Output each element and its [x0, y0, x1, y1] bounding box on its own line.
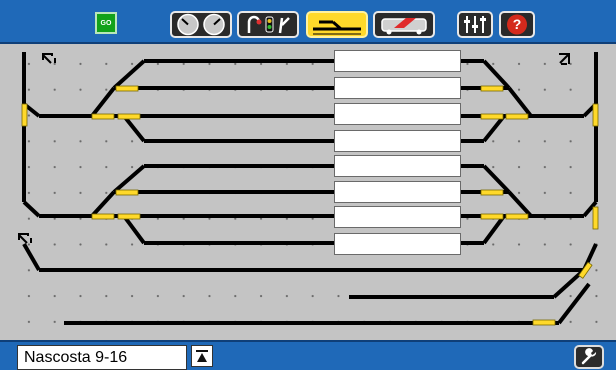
switch-marker — [115, 85, 139, 92]
gauges-icon — [177, 13, 225, 36]
switch-marker — [21, 103, 28, 127]
top-toolbar: GO ? — [0, 0, 616, 44]
track-segment — [482, 164, 511, 194]
switch-marker — [505, 113, 529, 120]
track-label-15[interactable] — [334, 206, 461, 228]
controllers-button[interactable] — [457, 11, 493, 38]
page-up-icon — [196, 350, 208, 362]
track-segment — [112, 164, 146, 194]
track-segment — [122, 114, 146, 143]
switch-marker — [592, 103, 599, 127]
track-layout-button[interactable] — [306, 11, 368, 38]
track-segment — [482, 114, 506, 143]
track-label-10[interactable] — [334, 77, 461, 99]
switch-marker — [115, 189, 139, 196]
jump-arrow-icon — [18, 233, 32, 244]
jump-arrow-icon — [42, 53, 56, 64]
svg-text:?: ? — [513, 16, 522, 32]
signals-icon — [247, 15, 290, 34]
track-segment — [482, 59, 511, 90]
controllers-icon — [464, 16, 486, 33]
locomotive-icon — [381, 18, 427, 35]
page-up-button[interactable] — [191, 345, 213, 367]
switch-marker — [532, 319, 556, 326]
track-diagram — [18, 52, 599, 326]
switch-marker — [480, 85, 504, 92]
switch-marker — [91, 113, 115, 120]
track-label-16[interactable] — [334, 233, 461, 255]
settings-button[interactable] — [574, 345, 604, 369]
jump-arrow-icon — [559, 53, 570, 65]
track-segment — [22, 200, 41, 218]
help-button[interactable]: ? — [499, 11, 535, 38]
switch-marker — [480, 189, 504, 196]
wrench-icon — [581, 348, 597, 365]
track-segment — [507, 86, 533, 118]
track-label-14[interactable] — [334, 181, 461, 203]
signals-button[interactable] — [237, 11, 299, 38]
track-segment — [90, 86, 116, 118]
track-label-11[interactable] — [334, 103, 461, 125]
track-segment — [112, 59, 146, 90]
help-icon: ? — [507, 14, 527, 35]
switch-marker — [480, 113, 504, 120]
track-label-12[interactable] — [334, 130, 461, 152]
track-label-13[interactable] — [334, 155, 461, 177]
gauges-button[interactable] — [170, 11, 232, 38]
track-segment — [122, 214, 146, 245]
track-layout-canvas[interactable] — [9, 44, 602, 340]
track-label-9[interactable] — [334, 50, 461, 72]
track-segment — [507, 190, 533, 218]
switch-marker — [592, 206, 599, 230]
switch-marker — [117, 213, 141, 220]
track-segment — [482, 214, 506, 245]
track-layout-icon — [313, 20, 361, 35]
switch-marker — [480, 213, 504, 220]
go-button[interactable]: GO — [95, 12, 117, 34]
switch-marker — [505, 213, 529, 220]
track-segment — [22, 243, 41, 271]
switch-marker — [117, 113, 141, 120]
page-name-field[interactable]: Nascosta 9-16 — [17, 345, 187, 370]
switch-marker — [91, 213, 115, 220]
track-segment — [90, 190, 116, 218]
locomotive-button[interactable] — [373, 11, 435, 38]
